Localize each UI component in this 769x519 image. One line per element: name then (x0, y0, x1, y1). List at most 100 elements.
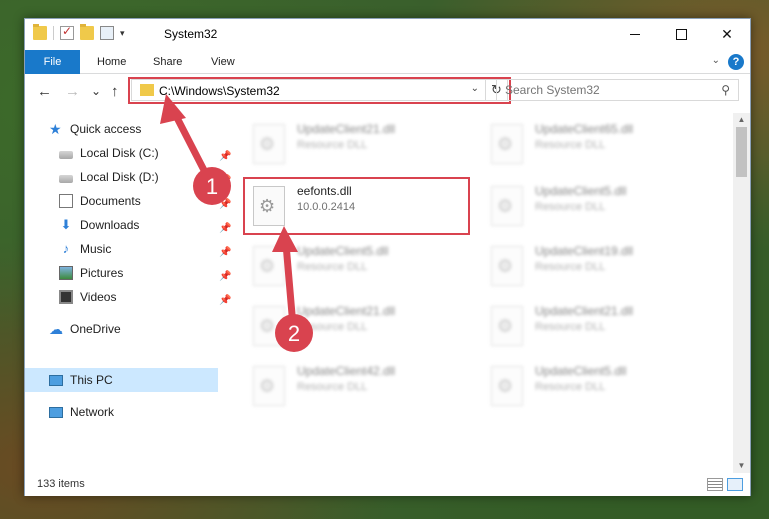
pin-icon: 📌 (219, 295, 232, 306)
dll-file-icon (491, 186, 523, 226)
dll-file-icon (491, 124, 523, 164)
file-item[interactable]: UpdateClient5.dll Resource DLL (245, 240, 470, 292)
file-item[interactable]: UpdateClient42.dll Resource DLL (245, 360, 470, 412)
file-description: Resource DLL (297, 381, 368, 393)
sidebar-item-onedrive[interactable]: ☁ OneDrive (49, 318, 121, 340)
tab-home[interactable]: Home (87, 50, 136, 74)
status-bar: 133 items (25, 474, 750, 496)
sidebar-item-this-pc[interactable]: This PC (49, 369, 113, 391)
documents-icon (59, 194, 73, 208)
file-description: Resource DLL (297, 261, 368, 273)
scroll-down-icon[interactable]: ▼ (733, 459, 750, 473)
search-input[interactable] (497, 80, 707, 100)
expand-ribbon-icon[interactable]: ⌄ (712, 55, 720, 66)
close-button[interactable]: ✕ (704, 19, 750, 49)
file-item[interactable]: UpdateClient21.dll Resource DLL (245, 118, 470, 170)
computer-icon (49, 374, 63, 386)
address-highlight-box (128, 77, 511, 104)
up-arrow-icon[interactable]: ↑ (111, 83, 119, 100)
dll-file-icon (253, 246, 285, 286)
sidebar-item-label: This PC (70, 373, 113, 387)
pictures-icon (59, 266, 73, 280)
sidebar-item-label: Local Disk (D:) (80, 170, 159, 184)
sidebar-item-documents[interactable]: Documents 📌 (59, 190, 231, 212)
star-icon: ★ (49, 121, 62, 137)
file-explorer-window: ▾ System32 ✕ File Home Share View ⌄ ? ← … (24, 18, 751, 496)
videos-icon (59, 290, 73, 304)
file-description: Resource DLL (535, 261, 606, 273)
file-list: UpdateClient21.dll Resource DLL UpdateCl… (233, 113, 733, 473)
sidebar-item-pictures[interactable]: Pictures 📌 (59, 262, 231, 284)
pin-icon: 📌 (219, 151, 232, 162)
file-name: UpdateClient21.dll (297, 304, 396, 318)
file-highlight-box (243, 177, 470, 235)
help-icon[interactable]: ? (728, 54, 744, 70)
sidebar-item-quick-access[interactable]: ★ Quick access (49, 118, 141, 140)
music-icon: ♪ (62, 241, 70, 256)
scroll-up-icon[interactable]: ▲ (733, 113, 750, 127)
sidebar-item-label: Downloads (80, 218, 140, 232)
sidebar-item-music[interactable]: ♪ Music 📌 (59, 238, 232, 260)
vertical-scrollbar[interactable]: ▲ ▼ (733, 113, 750, 473)
drive-icon (59, 174, 73, 183)
file-item[interactable]: UpdateClient19.dll Resource DLL (483, 240, 708, 292)
tab-share[interactable]: Share (143, 50, 192, 74)
folder-icon[interactable] (33, 24, 47, 40)
back-arrow-icon[interactable]: ← (37, 83, 52, 100)
file-item[interactable]: UpdateClient5.dll Resource DLL (483, 180, 708, 232)
details-view-icon[interactable] (707, 478, 723, 491)
tab-file[interactable]: File (25, 50, 80, 74)
file-name: UpdateClient21.dll (535, 304, 634, 318)
dll-file-icon (491, 306, 523, 346)
window-title: System32 (164, 27, 218, 41)
file-description: Resource DLL (535, 139, 606, 151)
sidebar-item-network[interactable]: Network (49, 401, 114, 423)
file-description: Resource DLL (535, 381, 606, 393)
tab-view[interactable]: View (201, 50, 245, 74)
properties-check-icon[interactable] (60, 24, 74, 40)
scrollbar-thumb[interactable] (736, 127, 747, 177)
file-description: Resource DLL (297, 321, 368, 333)
sidebar-item-label: Quick access (70, 122, 142, 136)
pin-icon: 📌 (219, 175, 232, 186)
file-description: Resource DLL (297, 139, 368, 151)
sidebar-item-videos[interactable]: Videos 📌 (59, 286, 231, 308)
file-item[interactable]: UpdateClient21.dll Resource DLL (245, 300, 470, 352)
file-name: UpdateClient19.dll (535, 244, 634, 258)
file-item[interactable]: UpdateClient21.dll Resource DLL (483, 300, 708, 352)
minimize-button[interactable] (612, 19, 658, 49)
properties-icon[interactable] (100, 26, 114, 40)
sidebar-item-local-disk-d[interactable]: Local Disk (D:) 📌 (59, 166, 231, 188)
sidebar-item-label: Videos (80, 290, 117, 304)
sidebar-item-label: Network (70, 405, 115, 419)
network-icon (49, 406, 63, 418)
file-description: Resource DLL (535, 321, 606, 333)
ribbon-tabs: File Home Share View ⌄ ? (25, 50, 750, 74)
title-bar: ▾ System32 ✕ (25, 19, 750, 50)
forward-arrow-icon[interactable]: → (65, 83, 80, 100)
sidebar-item-label: Music (80, 242, 112, 256)
customize-toolbar-dropdown-icon[interactable]: ▾ (120, 28, 125, 39)
dll-file-icon (253, 366, 285, 406)
window-controls: ✕ (612, 19, 750, 49)
sidebar-item-local-disk-c[interactable]: Local Disk (C:) 📌 (59, 142, 231, 164)
sidebar-item-label: Documents (80, 194, 141, 208)
file-item[interactable]: UpdateClient65.dll Resource DLL (483, 118, 708, 170)
file-name: UpdateClient42.dll (297, 364, 396, 378)
large-icons-view-icon[interactable] (727, 478, 743, 491)
sidebar-item-label: Pictures (80, 266, 124, 280)
file-name: UpdateClient65.dll (535, 122, 634, 136)
download-icon: ⬇ (60, 217, 72, 232)
pin-icon: 📌 (219, 223, 232, 234)
search-box[interactable]: ⚲ (496, 79, 739, 101)
file-item[interactable]: UpdateClient5.dll Resource DLL (483, 360, 708, 412)
recent-locations-icon[interactable]: ⌄ (91, 84, 101, 98)
item-count: 133 items (37, 478, 85, 490)
file-name: UpdateClient5.dll (297, 244, 389, 258)
sidebar-item-downloads[interactable]: ⬇ Downloads 📌 (59, 214, 232, 236)
search-icon[interactable]: ⚲ (721, 83, 730, 97)
new-folder-icon[interactable] (80, 24, 94, 40)
dll-file-icon (491, 366, 523, 406)
maximize-button[interactable] (658, 19, 704, 49)
sidebar-item-label: Local Disk (C:) (80, 146, 159, 160)
